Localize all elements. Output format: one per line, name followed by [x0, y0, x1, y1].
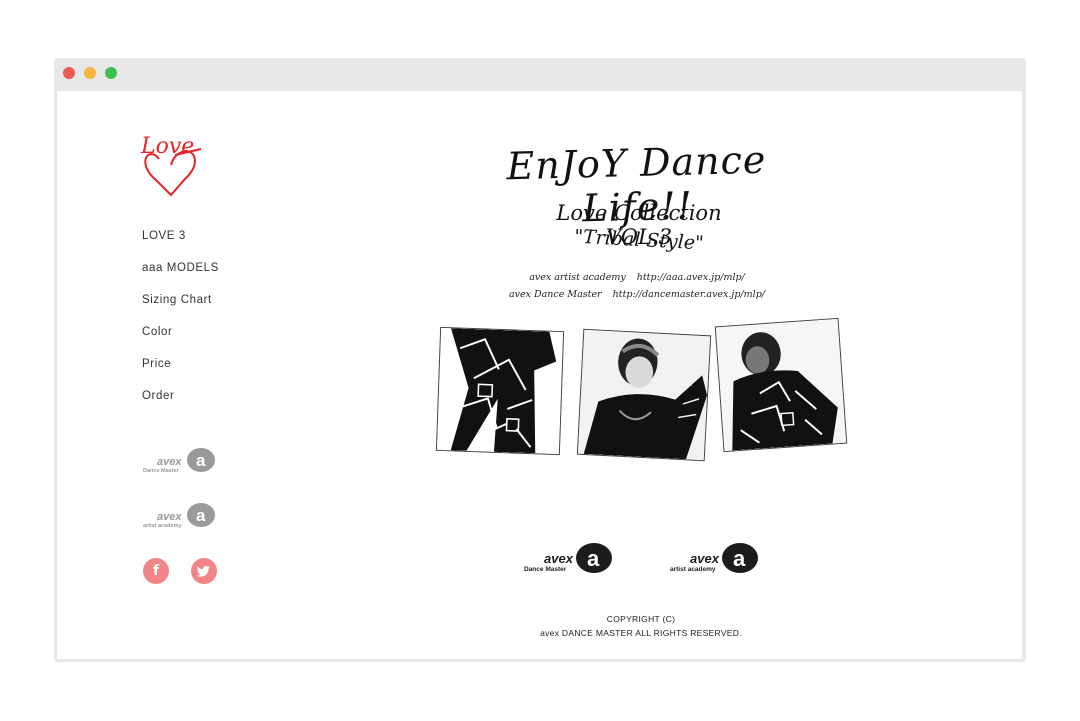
svg-text:avex: avex [157, 456, 182, 468]
close-window-button[interactable] [63, 67, 75, 79]
site-links: avex artist academy http://aaa.avex.jp/m… [487, 269, 787, 303]
minimize-window-button[interactable] [84, 67, 96, 79]
svg-text:artist academy: artist academy [143, 523, 182, 529]
nav-item-love3[interactable]: LOVE 3 [142, 228, 219, 260]
svg-text:a: a [733, 546, 746, 571]
maximize-window-button[interactable] [105, 67, 117, 79]
facebook-icon[interactable]: f [143, 558, 169, 584]
svg-text:avex: avex [690, 551, 720, 566]
link-label: avex Dance Master [508, 289, 602, 300]
dance-master-link[interactable]: http://dancemaster.avex.jp/mlp/ [613, 289, 765, 300]
twitter-icon[interactable] [191, 558, 217, 584]
copyright-notice: COPYRIGHT (C) avex DANCE MASTER ALL RIGH… [491, 612, 791, 640]
avex-dance-master-footer-logo[interactable]: a avex Dance Master [522, 541, 614, 577]
model-photo[interactable] [576, 328, 712, 462]
nav-item-price[interactable]: Price [142, 356, 219, 388]
copyright-line-2: avex DANCE MASTER ALL RIGHTS RESERVED. [540, 628, 742, 638]
browser-window: Love LOVE 3 aaa MODELS Sizing Chart Colo… [54, 58, 1026, 662]
love-heart-logo[interactable]: Love [139, 129, 205, 205]
avex-artist-academy-footer-logo[interactable]: a avex artist academy [668, 541, 760, 577]
sidebar-nav: LOVE 3 aaa MODELS Sizing Chart Color Pri… [142, 228, 219, 420]
svg-text:artist academy: artist academy [670, 566, 716, 573]
nav-item-aaa-models[interactable]: aaa MODELS [142, 260, 219, 292]
svg-text:avex: avex [157, 511, 182, 523]
nav-item-color[interactable]: Color [142, 324, 219, 356]
link-label: avex artist academy [529, 272, 626, 283]
link-row-dance-master: avex Dance Master http://dancemaster.ave… [487, 286, 787, 303]
avex-dance-master-sidebar-logo[interactable]: a avex Dance Master [141, 445, 219, 477]
svg-text:a: a [587, 546, 600, 571]
link-row-artist-academy: avex artist academy http://aaa.avex.jp/m… [487, 269, 787, 286]
svg-text:a: a [196, 506, 206, 525]
nav-item-sizing-chart[interactable]: Sizing Chart [142, 292, 219, 324]
svg-text:Dance Master: Dance Master [524, 566, 567, 573]
page-content: Love LOVE 3 aaa MODELS Sizing Chart Colo… [57, 91, 1022, 659]
svg-text:a: a [196, 451, 206, 470]
svg-text:avex: avex [544, 551, 574, 566]
window-titlebar [54, 58, 1026, 90]
copyright-line-1: COPYRIGHT (C) [606, 614, 676, 624]
model-photo[interactable] [435, 326, 565, 456]
avex-artist-academy-sidebar-logo[interactable]: a avex artist academy [141, 500, 219, 532]
model-photo[interactable] [714, 317, 848, 453]
nav-item-order[interactable]: Order [142, 388, 219, 420]
artist-academy-link[interactable]: http://aaa.avex.jp/mlp/ [637, 272, 745, 283]
svg-text:Dance Master: Dance Master [143, 468, 180, 474]
